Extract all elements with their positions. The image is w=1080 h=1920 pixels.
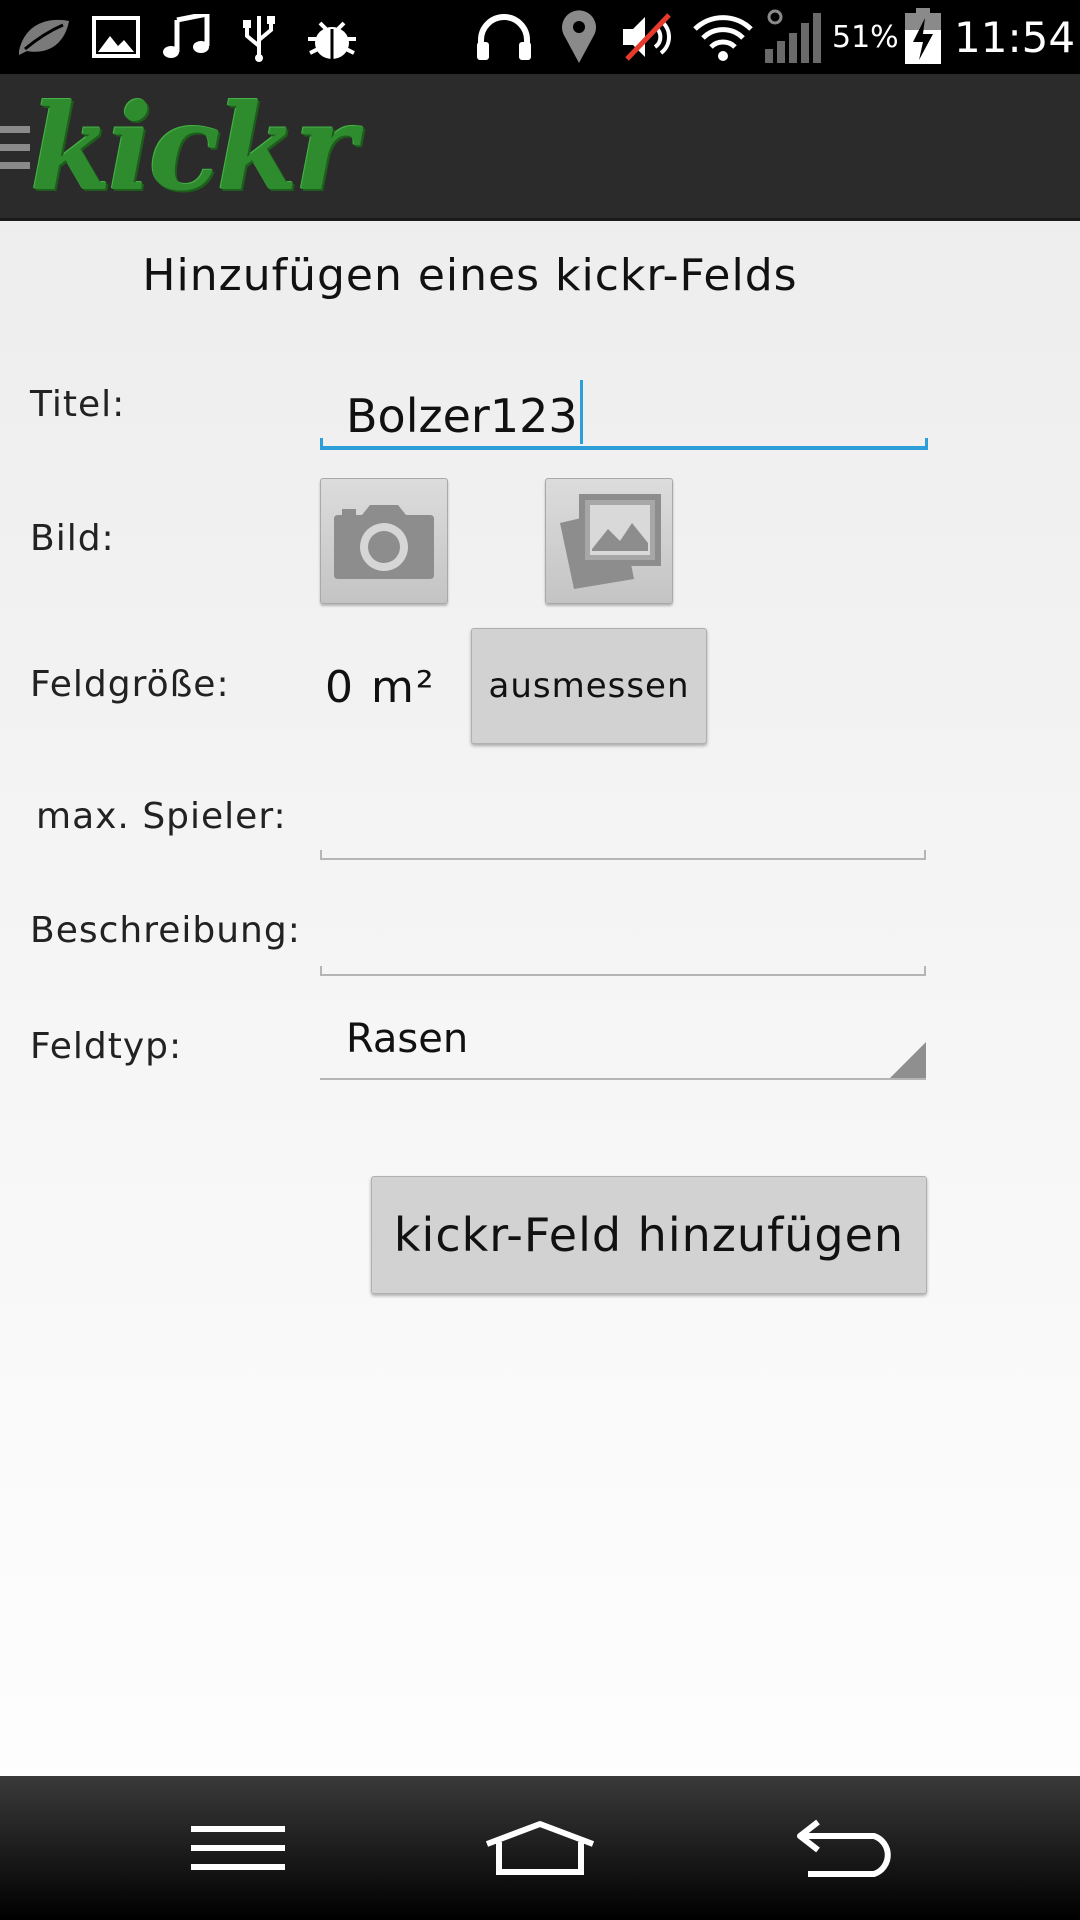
field-type-label: Feldtyp: (30, 1026, 183, 1067)
navigation-bar (0, 1776, 1080, 1920)
max-players-label: max. Spieler: (36, 796, 287, 837)
bug-icon (304, 10, 360, 64)
gallery-button[interactable] (545, 478, 673, 604)
app-logo[interactable]: kickr (30, 88, 356, 208)
description-label: Beschreibung: (30, 910, 301, 951)
field-type-value: Rasen (346, 1016, 469, 1062)
measure-button[interactable]: ausmessen (471, 628, 707, 744)
volume-muted-icon (618, 10, 680, 64)
usb-icon (236, 10, 282, 64)
home-icon (485, 1821, 595, 1875)
size-label: Feldgröße: (30, 664, 230, 705)
leaf-icon (14, 10, 74, 64)
dropdown-arrow-icon (890, 1042, 926, 1078)
home-button[interactable] (460, 1806, 620, 1890)
signal-icon (760, 9, 824, 64)
battery-charging-icon (900, 8, 946, 64)
action-bar: kickr (0, 74, 1080, 221)
back-icon (797, 1819, 891, 1877)
menu-icon (191, 1826, 285, 1870)
size-value: 0 m² (325, 662, 436, 713)
image-label: Bild: (30, 518, 115, 559)
back-button[interactable] (768, 1806, 924, 1890)
text-caret (579, 380, 583, 444)
title-input-value: Bolzer123 (346, 389, 578, 443)
music-icon (160, 10, 216, 64)
max-players-input[interactable] (320, 846, 926, 860)
add-field-button[interactable]: kickr-Feld hinzufügen (371, 1176, 927, 1294)
menu-button[interactable] (160, 1806, 316, 1890)
title-label: Titel: (30, 384, 126, 425)
field-type-spinner[interactable]: Rasen (320, 1010, 926, 1080)
headphones-icon (472, 10, 536, 64)
page-title: Hinzufügen eines kickr-Felds (142, 250, 798, 301)
location-icon (556, 10, 602, 64)
status-time: 11:54 (954, 12, 1076, 62)
camera-button[interactable] (320, 478, 448, 604)
camera-icon (334, 505, 434, 579)
wifi-icon (690, 10, 756, 64)
status-bar: 51% 11:54 (0, 0, 1080, 74)
drawer-icon[interactable] (0, 126, 30, 180)
description-input[interactable] (320, 962, 926, 976)
battery-percent: 51% (832, 19, 899, 55)
image-icon (90, 10, 142, 64)
title-input[interactable]: Bolzer123 (320, 374, 928, 450)
gallery-icon (560, 494, 661, 589)
